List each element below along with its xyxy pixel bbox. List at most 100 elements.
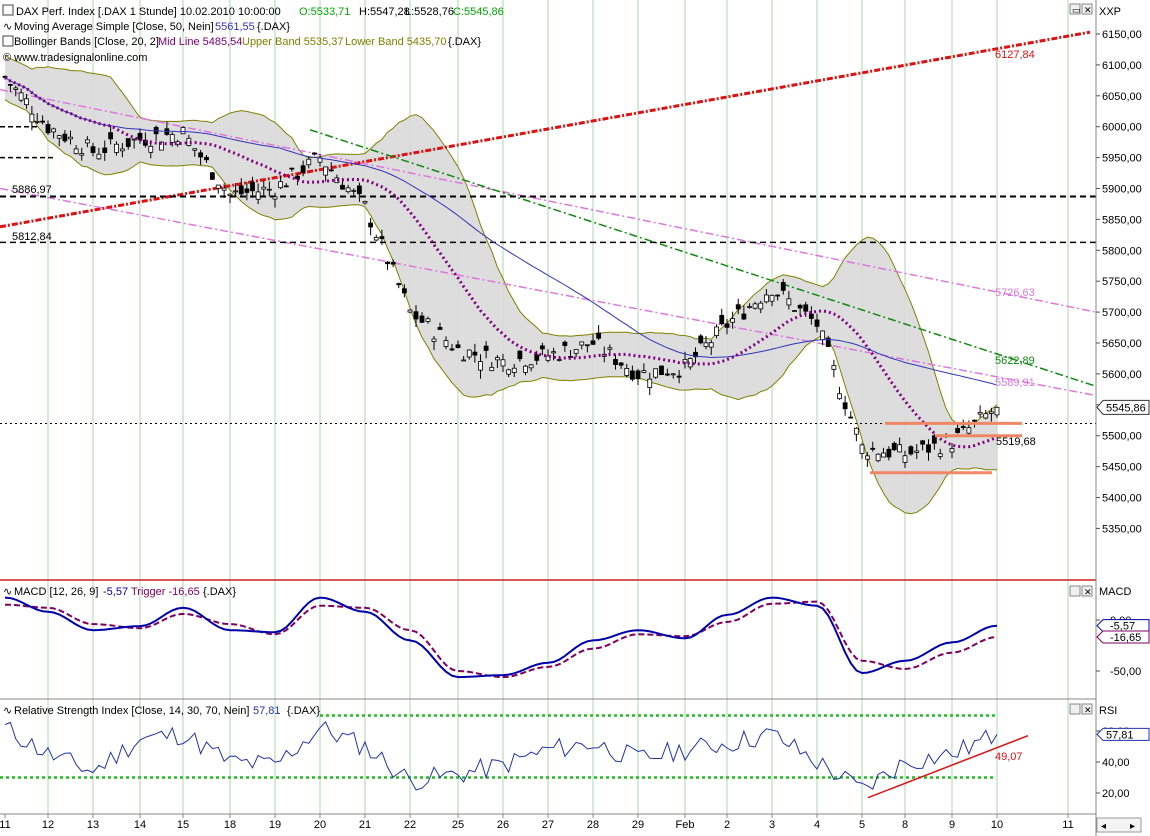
candle-body (753, 304, 757, 308)
range-label: 5519,68 (996, 436, 1036, 448)
candle-body (614, 359, 618, 364)
candle-body (8, 84, 12, 85)
candle-body (563, 342, 567, 345)
candle-body (363, 201, 367, 203)
x-tick-label: 5 (859, 819, 865, 831)
candle-body (307, 159, 311, 165)
x-tick-label: 10 (991, 819, 1003, 831)
candle-body (915, 451, 919, 452)
candle-body (671, 374, 675, 375)
candle-body (85, 140, 89, 143)
candle-body (770, 295, 774, 301)
candle-body (821, 331, 825, 340)
price-tick-label: 5850,00 (1102, 214, 1142, 226)
macd-minimize-button[interactable] (1070, 586, 1080, 596)
candle-body (597, 333, 601, 338)
candle-body (978, 412, 982, 414)
candle-body (529, 365, 533, 368)
candle-body (63, 134, 67, 141)
close-icon: ✕ (1084, 705, 1092, 715)
candle-body (654, 369, 658, 378)
rsi-minimize-button[interactable] (1070, 704, 1080, 714)
candle-body (14, 88, 18, 90)
candle-body (46, 124, 50, 132)
upper-trend-label: 6127,84 (995, 49, 1035, 61)
candle-body (312, 153, 316, 154)
candle-body (927, 445, 931, 452)
candle-body (414, 312, 418, 319)
candle-body (380, 237, 384, 239)
candle-body (52, 129, 56, 132)
rsi-label: Relative Strength Index [Close, 14, 30, … (14, 705, 249, 717)
price-tick-label: 5700,00 (1102, 307, 1142, 319)
candle-body (456, 345, 460, 348)
x-tick-label: 2 (724, 819, 730, 831)
candle-body (267, 189, 271, 190)
rsi-axis-title: RSI (1099, 705, 1117, 717)
candle-body (19, 93, 23, 100)
high-value: H:5547,28 (359, 6, 410, 18)
candle-body (35, 121, 39, 122)
candle-body (25, 99, 29, 105)
macd-axis-title: MACD (1099, 586, 1131, 598)
candle-body (787, 299, 791, 305)
rsi-value-marker: 57,81 (1097, 728, 1149, 741)
price-tick-label: 5400,00 (1102, 493, 1142, 505)
scroll-control[interactable]: ◂ ▸ (1097, 818, 1141, 832)
trading-chart: DAX Perf. Index [.DAX 1 Stunde] 10.02.20… (0, 0, 1150, 836)
candle-body (909, 447, 913, 454)
candle-body (720, 315, 724, 323)
candle-body (251, 182, 255, 190)
price-tick-label: 6000,00 (1102, 122, 1142, 134)
rsi-tick-label: 40,00 (1102, 757, 1130, 769)
candle-body (742, 314, 746, 319)
candle-body (57, 136, 61, 139)
candle-body (239, 186, 243, 194)
rsi-value: 57,81 (253, 705, 281, 717)
candle-body (467, 350, 471, 357)
candle-body (473, 352, 477, 355)
candle-body (815, 320, 819, 326)
candle-body (574, 350, 578, 354)
x-tick-label: 3 (769, 819, 775, 831)
x-tick-label: 26 (497, 819, 509, 831)
candle-body (630, 371, 634, 379)
candle-body (120, 149, 124, 151)
x-tick-label: 28 (587, 819, 599, 831)
candle-body (216, 185, 220, 188)
candle (654, 369, 658, 379)
candle-body (41, 121, 45, 122)
candle-body (887, 449, 891, 457)
x-tick-label: 15 (177, 819, 189, 831)
candle-body (731, 319, 735, 323)
last-price-label: 5545,86 (1106, 402, 1146, 414)
candle-body (324, 167, 328, 175)
close-value: C:5545,86 (453, 6, 504, 18)
candle-body (989, 412, 993, 414)
candle-body (438, 327, 442, 329)
candle-body (518, 351, 522, 359)
price-tick-label: 5600,00 (1102, 369, 1142, 381)
candle-body (585, 345, 589, 346)
candle-body (91, 147, 95, 153)
candle-body (709, 343, 713, 347)
candle-body (256, 192, 260, 199)
rsi-trend-label: 49,07 (995, 751, 1023, 763)
candle-body (346, 188, 350, 192)
candle-body (748, 306, 752, 307)
candle-body (501, 360, 505, 366)
candle-body (301, 166, 305, 173)
sma-icon: ∿ (3, 21, 12, 33)
candle-body (967, 428, 971, 433)
candle-body (149, 146, 153, 152)
price-tick-label: 6050,00 (1102, 91, 1142, 103)
candle-body (898, 445, 902, 452)
candle-body (507, 370, 511, 374)
rsi-suffix: {.DAX} (287, 705, 320, 717)
candle-body (781, 282, 785, 290)
candle-body (804, 305, 808, 311)
macd-label: MACD [12, 26, 9] (14, 586, 98, 598)
candle-body (715, 327, 719, 336)
candle-body (462, 360, 466, 361)
candle-body (591, 341, 595, 344)
